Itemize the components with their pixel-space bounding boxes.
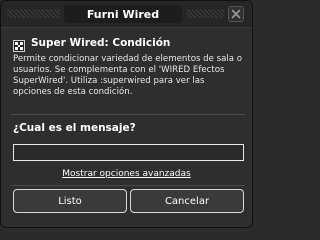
- wired-header: Super Wired: Condición: [13, 36, 171, 52]
- title-bar[interactable]: Furni Wired: [1, 1, 252, 28]
- window-title: Furni Wired: [64, 5, 182, 23]
- wired-condition-icon: [13, 37, 25, 52]
- cancel-button[interactable]: Cancelar: [130, 189, 244, 213]
- wired-dialog: Furni Wired Super Wired: Condición Permi…: [0, 0, 253, 228]
- ok-button[interactable]: Listo: [13, 189, 127, 213]
- close-button[interactable]: [228, 6, 244, 22]
- close-icon: [231, 9, 241, 19]
- divider: [11, 114, 245, 115]
- title-grip-right: [187, 9, 224, 18]
- message-question-label: ¿Cual es el mensaje?: [13, 122, 136, 134]
- message-input[interactable]: [13, 144, 244, 161]
- advanced-options-link[interactable]: Mostrar opciones avanzadas: [1, 169, 252, 179]
- wired-description: Permite condicionar variedad de elemento…: [13, 54, 243, 97]
- divider: [11, 185, 245, 186]
- title-grip-left: [7, 9, 60, 18]
- wired-title: Super Wired: Condición: [31, 37, 171, 49]
